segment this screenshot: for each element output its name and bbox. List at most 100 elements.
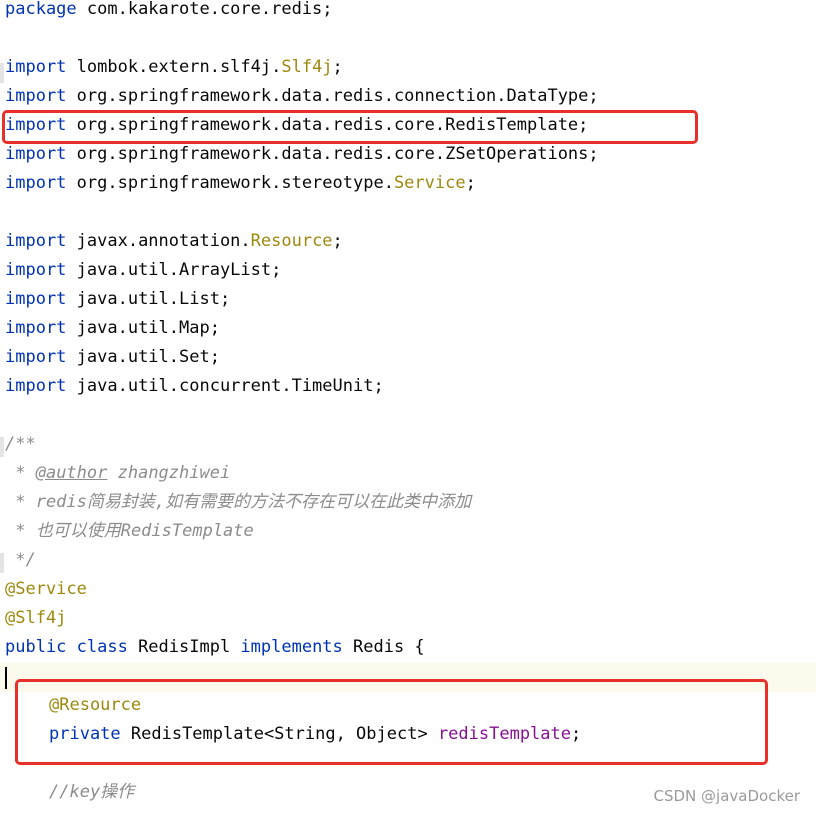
code-line-ann-slf4j[interactable]: @Slf4j [0, 604, 816, 633]
code-token: Service [393, 173, 466, 193]
code-editor[interactable]: package com.kakarote.core.redis; import l… [0, 0, 816, 814]
code-token: import [5, 115, 67, 135]
code-token: /** [5, 434, 36, 454]
code-line-blank1[interactable] [0, 24, 816, 53]
code-line-ann-resource[interactable]: @Resource [0, 691, 816, 720]
code-token: import [5, 86, 67, 106]
code-token: java.util.ArrayList; [66, 260, 282, 280]
code-line-text: * 也可以使用RedisTemplate [5, 517, 254, 546]
code-line-doc-open[interactable]: /** [0, 430, 816, 459]
code-token: import [5, 347, 67, 367]
code-line-text: @Slf4j [5, 604, 66, 633]
watermark: CSDN @javaDocker [653, 787, 800, 805]
code-line-import-arraylist[interactable]: import java.util.ArrayList; [0, 256, 816, 285]
code-token: java.util.List; [66, 289, 231, 309]
code-line-text: */ [5, 546, 36, 575]
code-token: ; [332, 231, 343, 251]
code-token: Redis { [342, 637, 425, 657]
code-token: //key操作 [49, 782, 135, 802]
code-line-text: @Resource [49, 691, 141, 720]
code-line-import-zsetoperations[interactable]: import org.springframework.data.redis.co… [0, 140, 816, 169]
code-token: package [5, 0, 77, 19]
code-token: Resource [250, 231, 333, 251]
code-token: import [5, 144, 67, 164]
code-line-import-map[interactable]: import java.util.Map; [0, 314, 816, 343]
code-line-text: * redis简易封装,如有需要的方法不存在可以在此类中添加 [5, 488, 471, 517]
code-token: ; [332, 57, 343, 77]
code-line-text: import org.springframework.data.redis.co… [5, 140, 599, 169]
code-line-doc-desc2[interactable]: * 也可以使用RedisTemplate [0, 517, 816, 546]
code-token: import [5, 289, 67, 309]
code-line-import-slf4j[interactable]: import lombok.extern.slf4j.Slf4j; [0, 53, 816, 82]
code-token: import [5, 318, 67, 338]
code-line-blank4[interactable] [0, 749, 816, 778]
code-token: org.springframework.data.redis.connectio… [66, 86, 599, 106]
code-line-text: import java.util.ArrayList; [5, 256, 281, 285]
code-token: * redis简易封装,如有需要的方法不存在可以在此类中添加 [5, 492, 472, 512]
code-token: public class [5, 637, 128, 657]
code-token: ; [465, 173, 476, 193]
code-token: java.util.Map; [66, 318, 220, 338]
code-line-ann-service[interactable]: @Service [0, 575, 816, 604]
code-line-blank-current[interactable] [0, 662, 816, 691]
code-line-blank2[interactable] [0, 198, 816, 227]
code-line-import-service[interactable]: import org.springframework.stereotype.Se… [0, 169, 816, 198]
code-token: * [5, 463, 36, 483]
code-line-doc-desc1[interactable]: * redis简易封装,如有需要的方法不存在可以在此类中添加 [0, 488, 816, 517]
code-line-text: //key操作 [49, 778, 134, 807]
code-token: java.util.Set; [66, 347, 220, 367]
code-token: zhangzhiwei [107, 463, 231, 483]
code-token: org.springframework.stereotype. [66, 173, 394, 193]
code-line-text: import org.springframework.data.redis.co… [5, 82, 599, 111]
code-line-text: import org.springframework.stereotype.Se… [5, 169, 476, 198]
code-line-text: /** [5, 430, 36, 459]
code-line-blank3[interactable] [0, 401, 816, 430]
code-token: @author [35, 463, 108, 483]
code-token: org.springframework.data.redis.core.Redi… [66, 115, 589, 135]
text-caret [5, 667, 7, 689]
code-line-text: import javax.annotation.Resource; [5, 227, 343, 256]
code-line-text: private RedisTemplate<String, Object> re… [49, 720, 581, 749]
code-token: import [5, 260, 67, 280]
code-line-text: public class RedisImpl implements Redis … [5, 633, 425, 662]
code-token: java.util.concurrent.TimeUnit; [66, 376, 384, 396]
code-token: @Service [5, 579, 87, 599]
code-line-import-redistemplate[interactable]: import org.springframework.data.redis.co… [0, 111, 816, 140]
code-line-text: import java.util.Set; [5, 343, 220, 372]
code-line-class-decl[interactable]: public class RedisImpl implements Redis … [0, 633, 816, 662]
code-token: lombok.extern.slf4j. [66, 57, 282, 77]
code-token: RedisTemplate<String, Object> [120, 724, 438, 744]
code-line-import-set[interactable]: import java.util.Set; [0, 343, 816, 372]
code-token: import [5, 376, 67, 396]
code-line-package[interactable]: package com.kakarote.core.redis; [0, 0, 816, 24]
code-token: ; [571, 724, 582, 744]
code-token: @Resource [49, 695, 142, 715]
code-line-text: package com.kakarote.core.redis; [5, 0, 333, 24]
code-line-doc-author[interactable]: * @author zhangzhiwei [0, 459, 816, 488]
code-token: javax.annotation. [66, 231, 251, 251]
code-line-import-list[interactable]: import java.util.List; [0, 285, 816, 314]
code-line-text: import org.springframework.data.redis.co… [5, 111, 588, 140]
code-token: import [5, 231, 67, 251]
code-token: * 也可以使用RedisTemplate [5, 521, 254, 541]
code-token: private [49, 724, 121, 744]
code-token: redisTemplate [437, 724, 571, 744]
code-line-import-resource[interactable]: import javax.annotation.Resource; [0, 227, 816, 256]
code-token: Slf4j [281, 57, 333, 77]
code-line-import-datatype[interactable]: import org.springframework.data.redis.co… [0, 82, 816, 111]
code-token: implements [240, 637, 343, 657]
fold-marker-imports[interactable] [0, 63, 4, 83]
code-token: */ [5, 550, 36, 570]
code-token: RedisImpl [127, 637, 241, 657]
code-line-text: import java.util.List; [5, 285, 230, 314]
fold-marker-javadoc-end[interactable] [0, 553, 4, 573]
code-line-text: import java.util.concurrent.TimeUnit; [5, 372, 384, 401]
code-line-import-timeunit[interactable]: import java.util.concurrent.TimeUnit; [0, 372, 816, 401]
code-token: import [5, 173, 67, 193]
code-line-field-redistemplate[interactable]: private RedisTemplate<String, Object> re… [0, 720, 816, 749]
code-token: org.springframework.data.redis.core.ZSet… [66, 144, 599, 164]
code-token: import [5, 57, 67, 77]
code-line-doc-close[interactable]: */ [0, 546, 816, 575]
fold-marker-javadoc[interactable] [0, 437, 4, 457]
code-line-text: import lombok.extern.slf4j.Slf4j; [5, 53, 343, 82]
